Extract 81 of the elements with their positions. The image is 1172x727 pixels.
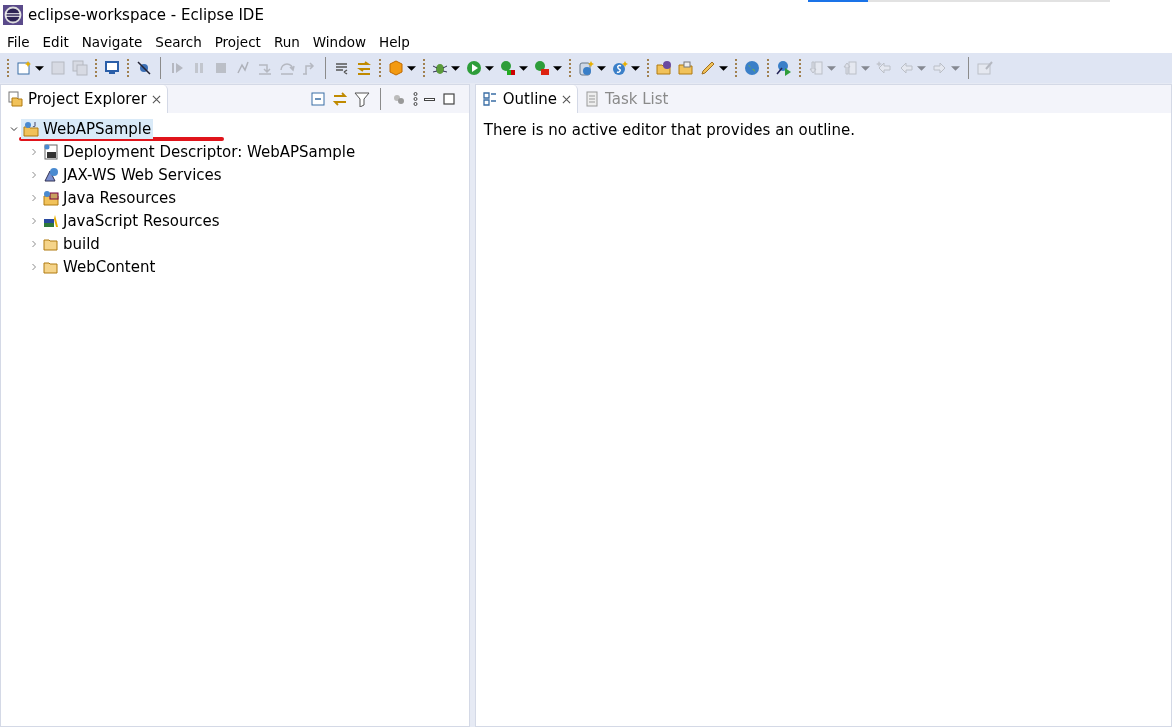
monitor-icon — [104, 60, 120, 76]
tree-item-label: JAX-WS Web Services — [63, 165, 222, 184]
jar-folder-icon — [43, 189, 59, 206]
globe-icon — [744, 60, 760, 76]
link-arrows-icon — [331, 91, 348, 107]
dropdown-caret-icon — [519, 65, 528, 71]
menu-item[interactable]: File — [1, 33, 36, 50]
arrow-up-page-icon — [842, 60, 858, 76]
pen-icon — [700, 60, 716, 76]
left-arrow-icon — [898, 60, 914, 76]
crossed-dot-icon — [136, 60, 152, 76]
clipboard-list-icon — [584, 91, 601, 107]
dropdown-caret-icon — [917, 65, 926, 71]
tree-item-label: WebContent — [63, 257, 156, 276]
tree-item-label: WebAPSample — [43, 119, 152, 138]
dropdown-caret-icon — [827, 65, 836, 71]
tree-item[interactable]: WebContent — [41, 256, 158, 277]
folder-pages-icon — [7, 91, 23, 107]
view-menu-icon — [412, 92, 418, 106]
globe-play-icon — [776, 60, 792, 76]
disconnect-icon — [235, 60, 251, 76]
tree-item[interactable]: WebAPSample — [21, 118, 154, 139]
floppy-disks-icon — [72, 60, 88, 76]
menu-item[interactable]: Project — [208, 33, 267, 50]
document-badge-icon — [43, 143, 59, 160]
tree-item[interactable]: Java Resources — [41, 187, 179, 208]
dropdown-caret-icon — [631, 65, 640, 71]
arrow-down-page-icon — [808, 60, 824, 76]
play-circle-icon — [466, 60, 482, 76]
step-return-icon — [301, 60, 317, 76]
right-arrow-icon — [932, 60, 948, 76]
collapse-all-icon — [309, 91, 326, 107]
menu-item[interactable]: Run — [267, 33, 306, 50]
dropdown-caret-icon — [451, 65, 460, 71]
dropdown-caret-icon — [485, 65, 494, 71]
tree-item-label: JavaScript Resources — [63, 211, 220, 230]
tree-item-label: build — [63, 234, 100, 253]
new-document-icon — [16, 60, 32, 76]
menu-item[interactable]: Help — [373, 33, 416, 50]
tree-item-label: Deployment Descriptor: WebAPSample — [63, 142, 356, 161]
resume-icon — [169, 60, 185, 76]
menu-item[interactable]: Navigate — [75, 33, 149, 50]
dropdown-caret-icon — [719, 65, 728, 71]
maximize-icon — [440, 91, 457, 107]
folder-case-icon — [678, 60, 694, 76]
tree-item[interactable]: Deployment Descriptor: WebAPSample — [41, 141, 358, 162]
s-circle-icon — [612, 60, 628, 76]
dropdown-caret-icon — [553, 65, 562, 71]
window-title: eclipse-workspace - Eclipse IDE — [28, 6, 264, 24]
tree-item[interactable]: build — [41, 233, 102, 254]
tree-item[interactable]: JavaScript Resources — [41, 210, 222, 231]
empty-outline-message: There is no active editor that provides an outline. — [482, 120, 857, 141]
view-tab[interactable]: Project Explorer — [1, 85, 168, 113]
dropdown-caret-icon — [407, 65, 416, 71]
dropdown-caret-icon — [951, 65, 960, 71]
stop-icon — [213, 60, 229, 76]
window-pen-icon — [977, 60, 993, 76]
outline-tree-icon — [481, 91, 498, 107]
list-arrow-icon — [334, 60, 350, 76]
dropdown-caret-icon — [597, 65, 606, 71]
dropdown-caret-icon — [861, 65, 870, 71]
arrows-icon — [356, 60, 372, 76]
project-folder-icon — [23, 120, 39, 137]
view-tab[interactable]: Outline — [475, 85, 579, 113]
tree-item[interactable]: JAX-WS Web Services — [41, 164, 224, 185]
close-icon — [151, 94, 161, 104]
cube-icon — [388, 60, 404, 76]
eclipse-logo-icon — [3, 5, 23, 25]
close-icon — [562, 94, 572, 104]
server-globe-icon — [578, 60, 594, 76]
menu-item[interactable]: Window — [306, 33, 373, 50]
dropdown-caret-icon — [35, 65, 44, 71]
filter-icon — [353, 91, 370, 107]
menu-item[interactable]: Edit — [36, 33, 75, 50]
minimize-icon — [423, 97, 435, 101]
menu-item[interactable]: Search — [149, 33, 208, 50]
folder-ball-icon — [656, 60, 672, 76]
star-left-arrow-icon — [876, 60, 892, 76]
tree-item-label: Java Resources — [63, 188, 177, 207]
service-globe-icon — [43, 166, 59, 183]
step-over-icon — [279, 60, 295, 76]
